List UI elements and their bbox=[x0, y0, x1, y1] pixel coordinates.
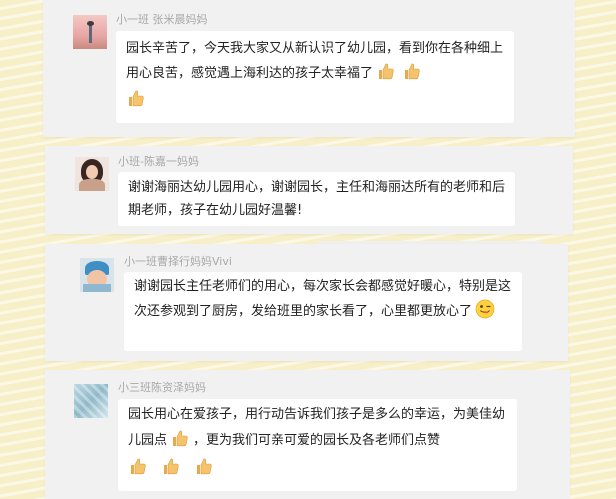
thumbs-up-icon bbox=[194, 456, 214, 476]
commenter-name: 小一班曹择行妈妈Vivi bbox=[124, 255, 232, 268]
thumbs-up-icon bbox=[170, 428, 190, 448]
comment-text: 谢谢园长主任老师们的用心，每次家长会都感觉好暖心，特别是这次还参观到了厨房，发给… bbox=[134, 279, 512, 319]
thumbs-up-icon bbox=[128, 456, 148, 476]
commenter-name: 小班-陈嘉一妈妈 bbox=[118, 155, 199, 168]
avatar[interactable] bbox=[74, 384, 108, 418]
thumbs-up-icon bbox=[376, 61, 396, 81]
comment-bubble: 谢谢海丽达幼儿园用心，谢谢园长，主任和海丽达所有的老师和后期老师，孩子在幼儿园好… bbox=[118, 172, 515, 226]
avatar[interactable] bbox=[75, 157, 109, 191]
comment-text: 谢谢海丽达幼儿园用心，谢谢园长，主任和海丽达所有的老师和后期老师，孩子在幼儿园好… bbox=[128, 180, 506, 218]
commenter-name: 小三班陈资泽妈妈 bbox=[118, 381, 206, 394]
avatar[interactable] bbox=[80, 258, 114, 292]
comment-bubble: 园长用心在爱孩子，用行动告诉我们孩子是多么的幸运，为美佳幼儿园点 ，更为我们可亲可… bbox=[118, 399, 517, 491]
commenter-name: 小一班 张米晨妈妈 bbox=[116, 13, 208, 26]
wink-tongue-icon bbox=[475, 299, 495, 319]
thumbs-up-icon bbox=[402, 61, 422, 81]
thumbs-up-icon bbox=[161, 456, 181, 476]
emoji-row bbox=[126, 88, 504, 113]
comment-text-continued: ，更为我们可亲可爱的园长及各老师们点赞 bbox=[193, 433, 441, 448]
comment-bubble: 谢谢园长主任老师们的用心，每次家长会都感觉好暖心，特别是这次还参观到了厨房，发给… bbox=[124, 272, 522, 351]
emoji-row bbox=[128, 456, 507, 482]
comment-text: 园长辛苦了，今天我大家又从新认识了幼儿园，看到你在各种细上用心良苦，感觉遇上海利… bbox=[126, 41, 504, 81]
thumbs-up-icon bbox=[126, 88, 146, 108]
comment-bubble: 园长辛苦了，今天我大家又从新认识了幼儿园，看到你在各种细上用心良苦，感觉遇上海利… bbox=[116, 31, 514, 123]
avatar[interactable] bbox=[73, 15, 107, 49]
